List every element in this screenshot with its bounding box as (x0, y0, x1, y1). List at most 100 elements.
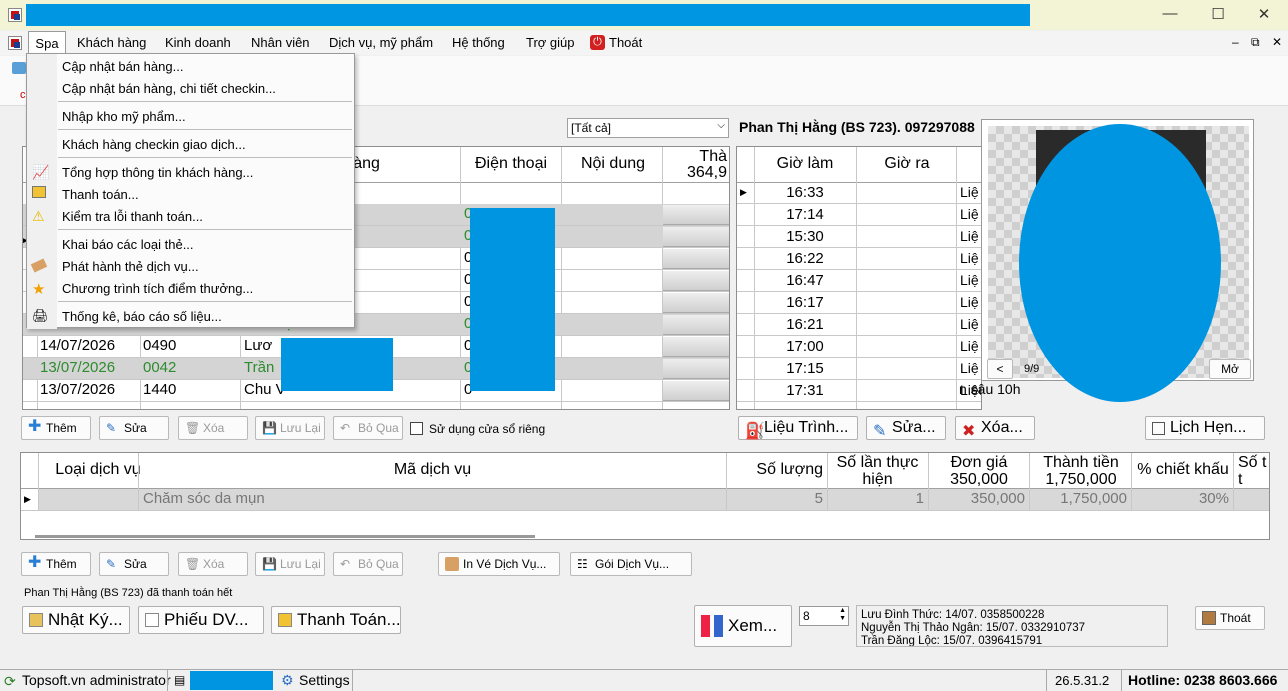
birthday-list[interactable]: Lưu Đình Thức: 14/07. 0358500228 Nguyễn … (856, 605, 1168, 647)
table-row[interactable]: 16:22 Liệ (737, 248, 981, 270)
save-service-button[interactable]: 💾 Lưu Lại (255, 552, 325, 576)
svc-header-extra: Số t t (1238, 454, 1267, 488)
table-row[interactable]: 16:21 Liệ (737, 314, 981, 336)
row-treatment: Liệ (960, 206, 979, 222)
count-value: 8 (803, 609, 810, 623)
add-button[interactable]: ✚ Thêm (21, 416, 91, 440)
row-amount-cell (663, 337, 729, 357)
edit-button[interactable]: ✎ Sửa (99, 416, 169, 440)
table-row[interactable]: 17:31Liệu trình Chăm s (737, 380, 981, 402)
row-treatment: Liệ (960, 228, 979, 244)
table-row[interactable]: 17:14 Liệ (737, 204, 981, 226)
table-row[interactable]: 15:30 Liệ (737, 226, 981, 248)
photo-prev-button[interactable]: < (987, 359, 1013, 379)
menu-separator (58, 229, 352, 230)
edit-treatment-button[interactable]: ✎ Sửa... (866, 416, 946, 440)
row-treatment: Liệ (960, 294, 979, 310)
delete-button[interactable]: 🗑 Xóa (178, 416, 248, 440)
basket-icon[interactable] (12, 62, 26, 74)
mdi-restore-button[interactable]: ⧉ (1251, 35, 1260, 50)
menu-spa[interactable]: Spa (28, 31, 66, 55)
menu-separator (58, 101, 352, 102)
menu-item[interactable]: Nhập kho mỹ phẩm... (62, 109, 186, 124)
save-button-label: Lưu Lại (280, 421, 321, 435)
view-birthdays-label: Xem... (728, 616, 778, 635)
row-date: 13/07/2026 (40, 359, 116, 376)
row-amount-cell (663, 359, 729, 379)
database-icon: ▤ (174, 673, 186, 687)
schedule-button-label: Lịch Hẹn... (1170, 419, 1247, 436)
minimize-button[interactable]: — (1150, 5, 1190, 22)
work-time-grid[interactable]: Giờ làm Giờ ra ▶ 16:33 Liệ 17:14 Liệ 15:30 Li… (736, 146, 982, 410)
menu-item[interactable]: Kiểm tra lỗi thanh toán... (62, 209, 203, 224)
filter-select[interactable]: [Tất cả] ⌵ (567, 118, 729, 138)
own-window-checkbox[interactable] (410, 422, 423, 435)
treatment-button[interactable]: ⛽ Liệu Trình... (738, 416, 858, 440)
count-spinner[interactable]: 8 ▲ ▼ (799, 606, 849, 626)
table-row[interactable]: 17:15 Liệ (737, 358, 981, 380)
menu-item[interactable]: Khách hàng checkin giao dịch... (62, 137, 246, 152)
row-treatment: Liệ (960, 272, 979, 288)
menu-services-cosmetics[interactable]: Dịch vụ, mỹ phẩm (329, 35, 433, 50)
log-button[interactable]: Nhật Ký... (22, 606, 130, 634)
payment-icon (32, 186, 52, 204)
spinner-arrows-icon[interactable]: ▲ ▼ (839, 607, 846, 623)
mdi-close-button[interactable]: ✕ (1272, 35, 1282, 49)
delete-service-button[interactable]: 🗑 Xóa (178, 552, 248, 576)
service-package-button[interactable]: ☷ Gói Dịch Vụ... (570, 552, 692, 576)
payment-button-label: Thanh Toán... (297, 610, 401, 629)
row-start-time: 17:15 (786, 360, 824, 377)
menu-system[interactable]: Hệ thống (452, 35, 505, 50)
menu-customers[interactable]: Khách hàng (77, 35, 146, 50)
menu-item[interactable]: Cập nhật bán hàng... (62, 59, 183, 74)
table-row[interactable]: 16:47 Liệ (737, 270, 981, 292)
menu-item[interactable]: Khai báo các loại thẻ... (62, 237, 194, 252)
table-row[interactable]: 16:33 Liệ (737, 182, 981, 204)
payment-button[interactable]: Thanh Toán... (271, 606, 401, 634)
row-treatment: Liệ (960, 184, 979, 200)
payment-icon (278, 613, 292, 627)
menu-item[interactable]: Thanh toán... (62, 187, 139, 202)
menu-help[interactable]: Trợ giúp (526, 35, 575, 50)
plus-icon: ✚ (28, 554, 42, 571)
table-row[interactable]: 17:00 Liệ (737, 336, 981, 358)
svc-row-code: Chăm sóc da mụn (143, 490, 265, 507)
close-button[interactable]: ✕ (1244, 5, 1284, 23)
delete-treatment-button[interactable]: ✖ Xóa... (955, 416, 1035, 440)
add-service-button[interactable]: ✚ Thêm (21, 552, 91, 576)
menu-exit[interactable]: Thoát (609, 35, 642, 50)
menu-item[interactable]: Chương trình tích điểm thưởng... (62, 281, 253, 296)
service-grid[interactable]: Loại dịch vụ Mã dịch vụ Số lượng Số lần … (20, 452, 1270, 540)
grid-header-amount: Thà 364,9 (686, 149, 727, 181)
photo-open-button[interactable]: Mở (1209, 359, 1251, 379)
edit-service-button[interactable]: ✎ Sửa (99, 552, 169, 576)
skip-service-button[interactable]: ↶ Bỏ Qua (333, 552, 403, 576)
print-ticket-button[interactable]: In Vé Dịch Vụ... (438, 552, 560, 576)
status-bar: ⟳ Topsoft.vn administrator ▤ ⚙ Settings … (0, 669, 1288, 691)
voucher-button[interactable]: Phiếu DV... (138, 606, 264, 634)
mdi-minimize-button[interactable]: – (1232, 35, 1239, 49)
menu-business[interactable]: Kinh doanh (165, 35, 231, 50)
exit-button[interactable]: Thoát (1195, 606, 1265, 630)
row-start-time: 17:31 (786, 382, 824, 399)
menu-staff[interactable]: Nhân viên (251, 35, 310, 50)
status-settings[interactable]: Settings (299, 672, 350, 688)
row-start-time: 16:47 (786, 272, 824, 289)
birthday-item: Nguyễn Thị Thảo Ngân: 15/07. 0332910737 (861, 622, 1086, 634)
maximize-button[interactable]: ☐ (1198, 5, 1238, 23)
menu-item[interactable]: Thống kê, báo cáo số liệu... (62, 309, 222, 324)
table-row[interactable]: 16:17 Liệ (737, 292, 981, 314)
menu-item[interactable]: Phát hành thẻ dịch vụ... (62, 259, 199, 274)
save-button[interactable]: 💾 Lưu Lại (255, 416, 325, 440)
schedule-button[interactable]: Lịch Hẹn... (1145, 416, 1265, 440)
menu-item[interactable]: Tổng hợp thông tin khách hàng... (62, 165, 253, 180)
row-start-time: 15:30 (786, 228, 824, 245)
svc-hscroll-thumb[interactable] (35, 535, 535, 538)
skip-button[interactable]: ↶ Bỏ Qua (333, 416, 403, 440)
view-birthdays-button[interactable]: Xem... (694, 605, 792, 647)
menu-item[interactable]: Cập nhật bán hàng, chi tiết checkin... (62, 81, 276, 96)
calendar-icon (1152, 421, 1165, 435)
list-icon: ☷ (577, 557, 588, 571)
power-icon: ⏻ (590, 35, 605, 50)
row-treatment: Liệ (960, 250, 979, 266)
